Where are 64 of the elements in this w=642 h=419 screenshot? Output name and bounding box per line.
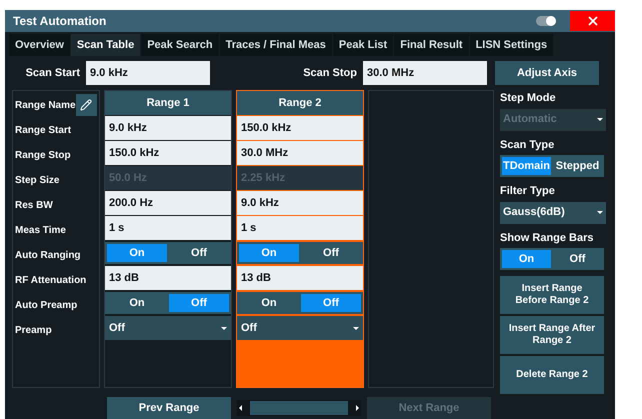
- setting-label: Show Range Bars: [500, 230, 595, 246]
- range-action-button[interactable]: Delete Range 2: [500, 356, 604, 394]
- toggle-switch[interactable]: On Off: [105, 242, 231, 264]
- close-icon: [586, 14, 600, 28]
- value-field[interactable]: 13 dB: [105, 266, 231, 290]
- row-label: Range Start: [15, 124, 72, 138]
- caret-icon: [597, 211, 603, 214]
- value-field[interactable]: 30.0 MHz: [237, 141, 363, 165]
- scrollbar[interactable]: [237, 400, 361, 416]
- toggle-switch[interactable]: On Off: [500, 248, 604, 270]
- left-arrow-icon: [239, 405, 242, 411]
- range-header[interactable]: Range 2: [237, 91, 363, 115]
- toggle-switch[interactable]: On Off: [237, 242, 363, 264]
- edit-button[interactable]: [76, 94, 97, 116]
- row-label: Range Name: [15, 98, 76, 112]
- toggle-switch[interactable]: TDomain Stepped: [500, 155, 604, 177]
- tab[interactable]: Traces / Final Meas: [220, 34, 332, 56]
- tab[interactable]: Final Result: [394, 34, 469, 56]
- dropdown[interactable]: Off: [105, 316, 231, 340]
- dropdown[interactable]: Gauss(6dB): [500, 202, 606, 224]
- value-field[interactable]: 13 dB: [237, 266, 363, 290]
- caret-icon: [353, 326, 359, 330]
- row-label: Preamp: [15, 324, 52, 338]
- caret-icon: [221, 326, 227, 330]
- tab[interactable]: Peak Search: [141, 34, 219, 56]
- value-field[interactable]: 30.0 MHz: [363, 61, 487, 86]
- range-header[interactable]: Range 1: [105, 91, 231, 115]
- range-action-button[interactable]: Insert Range Before Range 2: [500, 276, 604, 314]
- caret-icon: [597, 118, 603, 121]
- row-label: Meas Time: [15, 224, 66, 238]
- prev-range-button[interactable]: Prev Range: [107, 397, 231, 419]
- row-label: Auto Ranging: [15, 248, 81, 262]
- field-label: Scan Start: [24, 66, 81, 82]
- close-button[interactable]: [570, 11, 615, 32]
- toggle-switch[interactable]: On Off: [237, 292, 363, 314]
- setting-label: Scan Type: [500, 138, 556, 152]
- right-arrow-icon: [356, 405, 359, 411]
- row-label: Step Size: [15, 174, 60, 188]
- tab[interactable]: Peak List: [332, 34, 394, 56]
- field-label: Scan Stop: [302, 66, 358, 82]
- value-field[interactable]: 9.0 kHz: [105, 116, 231, 140]
- adjust-axis-button[interactable]: Adjust Axis: [495, 61, 599, 86]
- dropdown[interactable]: Off: [237, 316, 363, 340]
- setting-label: Step Mode: [500, 91, 557, 106]
- pencil-icon: [80, 99, 92, 111]
- value-field[interactable]: 200.0 Hz: [105, 191, 231, 215]
- row-label: RF Attenuation: [15, 274, 86, 288]
- value-field[interactable]: 9.0 kHz: [86, 61, 210, 86]
- value-field[interactable]: 150.0 kHz: [237, 116, 363, 140]
- setting-label: Filter Type: [500, 184, 556, 199]
- tab[interactable]: Overview: [9, 34, 70, 56]
- tab[interactable]: Scan Table: [70, 34, 140, 56]
- value-field[interactable]: 150.0 kHz: [105, 141, 231, 165]
- toggle-icon: [536, 16, 556, 26]
- row-label: Res BW: [15, 198, 53, 212]
- tab[interactable]: LISN Settings: [470, 34, 554, 56]
- value-field[interactable]: 1 s: [237, 216, 363, 240]
- range-action-button[interactable]: Insert Range After Range 2: [500, 316, 604, 354]
- value-field[interactable]: 9.0 kHz: [237, 191, 363, 215]
- toggle-switch[interactable]: On Off: [105, 292, 231, 314]
- value-field[interactable]: 1 s: [105, 216, 231, 240]
- window-title: Test Automation: [13, 13, 106, 30]
- row-label: Range Stop: [15, 148, 71, 162]
- row-label: Auto Preamp: [15, 298, 78, 312]
